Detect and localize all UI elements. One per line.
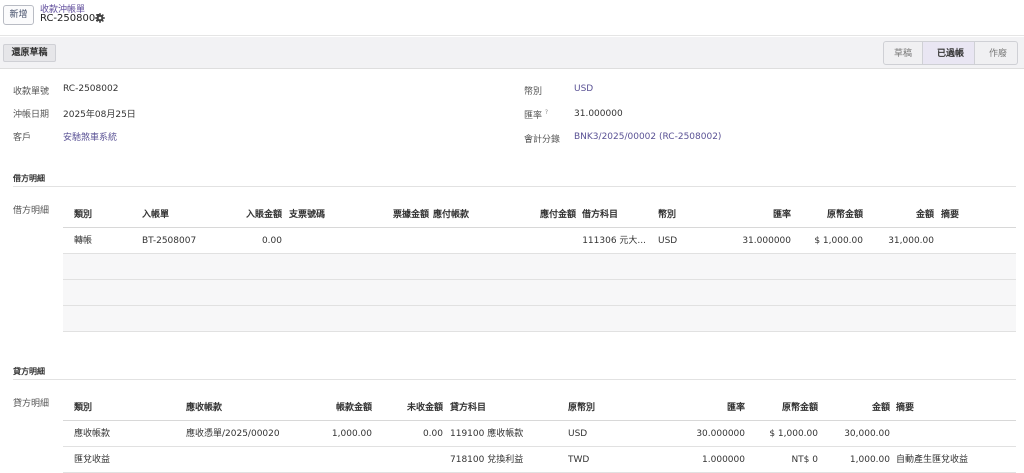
credit-section-title: 貸方明細 [13,367,45,376]
credit-field-label: 貸方明細 [13,399,50,409]
currency-link[interactable]: USD [574,84,593,94]
form-sheet: 收款單號 RC-2508002 沖帳日期 2025年08月25日 客戶 安馳煞車… [0,70,1024,473]
debit-entry-link[interactable]: BT-2508007 [142,228,212,254]
debit-rate-cell: 31.000000 [742,236,791,246]
column-header[interactable]: 摘要 [896,395,1006,421]
column-header[interactable]: 應付金額 [506,202,576,228]
empty-row [63,306,1016,332]
currency-label: 幣別 [524,87,543,97]
credit-total-cell: 1,000.00 [849,455,890,465]
credit-lines-table: 類別 應收帳款 帳款金額 未收金額 貸方科目 原幣別 匯率 原幣金額 金額 摘要… [63,395,1016,473]
credit-total-cell: 30,000.00 [844,429,890,439]
debit-section-title: 借方明細 [13,174,45,183]
credit-foreign-amount-cell: $ 1,000.00 [769,429,818,439]
credit-account-cell: 718100 兌換利益 [450,455,524,465]
debit-memo-cell [941,228,1001,254]
empty-row [63,280,1016,306]
table-row[interactable]: 匯兌收益 718100 兌換利益 TWD 1.000000 NT$ 0 1,00… [63,447,1016,473]
debit-amount-cell: 0.00 [261,236,282,246]
reset-to-draft-button[interactable]: 還原草稿 [3,44,56,62]
stage-cancelled[interactable]: 作廢 [973,41,1018,65]
stage-posted[interactable]: 已過帳 [921,41,975,65]
credit-memo-cell [896,421,1006,447]
column-header[interactable]: 票據金額 [359,202,429,228]
receipt-no-label: 收款單號 [13,87,50,97]
debit-type-cell: 轉帳 [74,236,93,246]
customer-label: 客戶 [13,133,32,143]
column-header[interactable]: 應付帳款 [433,202,503,228]
column-header[interactable]: 入帳單 [142,202,212,228]
column-header[interactable]: 原幣金額 [746,395,818,421]
credit-unpaid-cell [373,447,443,473]
debit-check-no-cell [289,228,359,254]
customer-link[interactable]: 安馳煞車系統 [63,130,117,143]
credit-table-header: 類別 應收帳款 帳款金額 未收金額 貸方科目 原幣別 匯率 原幣金額 金額 摘要 [63,395,1016,421]
debit-field-label: 借方明細 [13,206,50,216]
debit-total-cell: 31,000.00 [888,236,934,246]
empty-row [63,254,1016,280]
debit-payable-cell [433,228,503,254]
debit-payable-amount-cell [506,228,576,254]
column-header[interactable]: 類別 [74,202,134,228]
credit-foreign-amount-cell: NT$ 0 [791,455,818,465]
credit-unpaid-cell: 0.00 [422,429,443,439]
credit-section-divider [13,379,1016,380]
receipt-no-value: RC-2508002 [63,84,119,94]
credit-rate-cell: 30.000000 [696,429,745,439]
credit-amount-cell [302,447,372,473]
debit-currency-cell: USD [658,236,678,246]
column-header[interactable]: 幣別 [658,202,708,228]
breadcrumb-current: RC-2508002 [40,13,102,24]
column-header[interactable]: 未收金額 [373,395,443,421]
column-header[interactable]: 匯率 [723,202,791,228]
column-header[interactable]: 摘要 [941,202,1001,228]
rate-label-text: 匯率 [524,111,543,121]
debit-table-header: 類別 入帳單 入賬金額 支票號碼 票據金額 應付帳款 應付金額 借方科目 幣別 … [63,202,1016,228]
date-label: 沖帳日期 [13,110,50,120]
column-header[interactable]: 類別 [74,395,164,421]
credit-receivable-link[interactable]: 應收憑單/2025/00020 [186,421,296,447]
column-header[interactable]: 金額 [863,202,934,228]
debit-foreign-amount-cell: $ 1,000.00 [814,236,863,246]
table-row[interactable]: 轉帳 BT-2508007 0.00 111306 元大... USD 31.0… [63,228,1016,254]
credit-currency-cell: USD [568,429,588,439]
column-header[interactable]: 應收帳款 [186,395,286,421]
credit-currency-cell: TWD [568,455,590,465]
stage-pipeline: 草稿 已過帳 作廢 [882,41,1018,65]
column-header[interactable]: 帳款金額 [302,395,372,421]
debit-lines-table: 類別 入帳單 入賬金額 支票號碼 票據金額 應付帳款 應付金額 借方科目 幣別 … [63,202,1016,332]
debit-note-amount-cell [359,228,429,254]
debit-account-cell: 111306 元大... [582,236,646,246]
credit-amount-cell: 1,000.00 [331,429,372,439]
credit-type-cell: 應收帳款 [74,429,111,439]
rate-value: 31.000000 [574,109,623,119]
journal-entry-link[interactable]: BNK3/2025/00002 (RC-2508002) [574,132,721,142]
gear-icon[interactable] [95,13,105,23]
column-header[interactable]: 原幣金額 [791,202,863,228]
credit-memo-cell: 自動產生匯兌收益 [896,455,969,465]
column-header[interactable]: 貸方科目 [450,395,560,421]
journal-label: 會計分錄 [524,135,561,145]
credit-type-cell: 匯兌收益 [74,455,111,465]
date-value: 2025年08月25日 [63,110,136,120]
new-button[interactable]: 新增 [3,5,34,25]
credit-account-cell: 119100 應收帳款 [450,429,524,439]
credit-rate-cell: 1.000000 [702,455,745,465]
table-row[interactable]: 應收帳款 應收憑單/2025/00020 1,000.00 0.00 11910… [63,421,1016,447]
credit-receivable-link[interactable] [186,447,296,473]
status-bar: 還原草稿 草稿 已過帳 作廢 [0,37,1024,69]
rate-label: 匯率 ? [524,108,548,121]
column-header[interactable]: 匯率 [675,395,745,421]
column-header[interactable]: 金額 [819,395,890,421]
stage-draft[interactable]: 草稿 [882,41,923,65]
column-header[interactable]: 支票號碼 [289,202,359,228]
column-header[interactable]: 入賬金額 [212,202,282,228]
help-icon[interactable]: ? [545,109,548,116]
debit-section-divider [13,186,1016,187]
column-header[interactable]: 原幣別 [568,395,628,421]
column-header[interactable]: 借方科目 [582,202,652,228]
control-panel: 新增 收款沖帳單 RC-2508002 [0,0,1024,36]
